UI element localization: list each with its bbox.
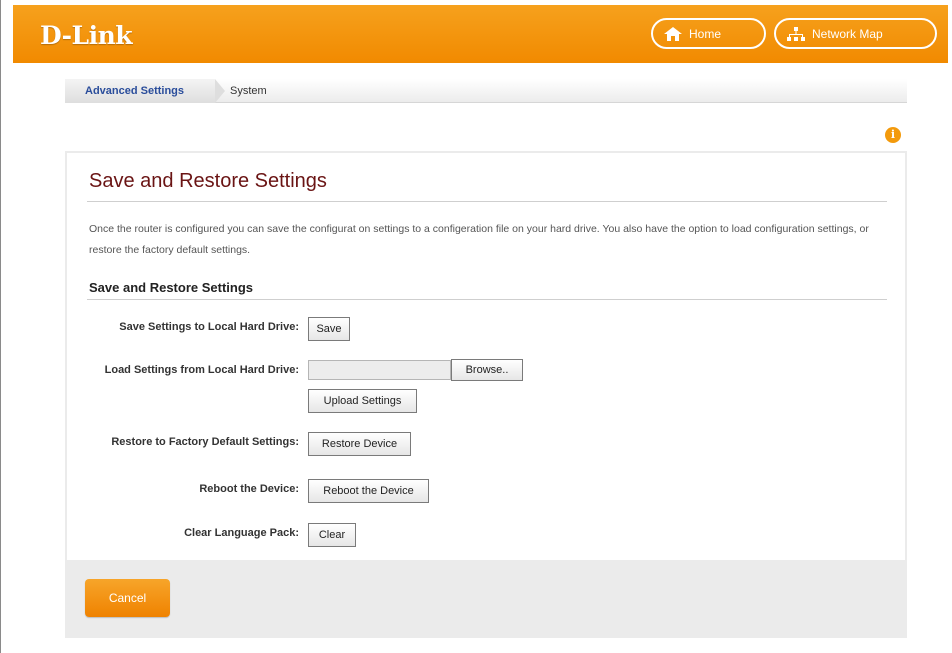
- settings-panel: Save and Restore Settings Once the route…: [65, 151, 907, 638]
- save-settings-label: Save Settings to Local Hard Drive:: [119, 321, 299, 333]
- network-map-icon: [786, 26, 806, 42]
- breadcrumb: Advanced Settings System: [65, 79, 907, 103]
- network-map-button[interactable]: Network Map: [774, 18, 937, 49]
- info-icon[interactable]: i: [885, 127, 901, 143]
- home-button[interactable]: Home: [651, 18, 766, 49]
- header-bar: D-Link Home Network Map: [13, 5, 948, 63]
- browse-button[interactable]: Browse..: [451, 359, 523, 381]
- section-divider: [87, 299, 887, 300]
- breadcrumb-advanced-settings[interactable]: Advanced Settings: [65, 79, 215, 103]
- cancel-button[interactable]: Cancel: [85, 579, 170, 617]
- clear-language-pack-label: Clear Language Pack:: [184, 527, 299, 539]
- page-description: Once the router is configured you can sa…: [89, 223, 869, 256]
- breadcrumb-system: System: [230, 85, 267, 97]
- restore-factory-label: Restore to Factory Default Settings:: [111, 436, 299, 448]
- dlink-logo: D-Link: [40, 21, 133, 50]
- section-title: Save and Restore Settings: [89, 280, 253, 295]
- clear-button[interactable]: Clear: [308, 523, 356, 547]
- reboot-device-label: Reboot the Device:: [199, 483, 299, 495]
- browser-frame: D-Link Home Network Map Advanced Setting…: [0, 0, 952, 653]
- title-divider: [87, 201, 887, 202]
- reboot-device-button[interactable]: Reboot the Device: [308, 479, 429, 503]
- upload-settings-button[interactable]: Upload Settings: [308, 389, 417, 413]
- breadcrumb-separator: [215, 79, 225, 103]
- network-map-label: Network Map: [812, 26, 883, 41]
- restore-device-button[interactable]: Restore Device: [308, 432, 411, 456]
- settings-panel-body: Save and Restore Settings Once the route…: [67, 153, 905, 560]
- load-settings-label: Load Settings from Local Hard Drive:: [104, 364, 299, 376]
- home-icon: [663, 26, 683, 42]
- file-path-input[interactable]: [308, 360, 451, 380]
- home-label: Home: [689, 26, 722, 41]
- page-title: Save and Restore Settings: [89, 170, 327, 192]
- save-button[interactable]: Save: [308, 317, 350, 341]
